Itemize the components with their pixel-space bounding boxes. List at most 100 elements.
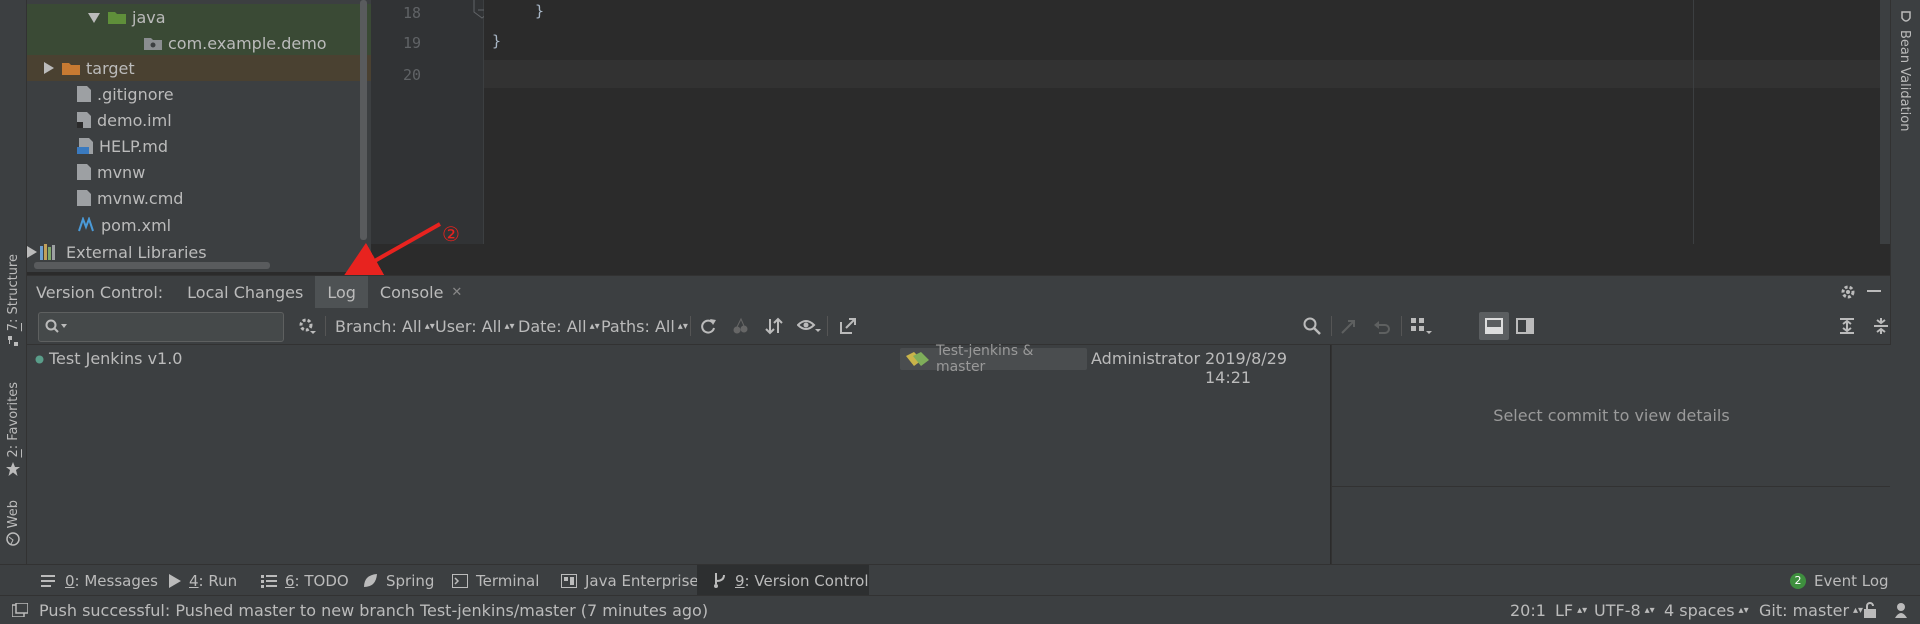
line-number: 18 <box>402 4 421 22</box>
refresh-button[interactable] <box>699 308 717 344</box>
tree-item-mvnw[interactable]: mvnw <box>27 159 371 185</box>
version-control-header: Version Control: Local Changes Log Conso… <box>27 275 1890 309</box>
lock-button[interactable] <box>1864 596 1878 624</box>
settings-dropdown[interactable] <box>298 308 316 344</box>
tree-item-mvnw-cmd[interactable]: mvnw.cmd <box>27 185 371 211</box>
gear-icon <box>299 318 316 334</box>
editor-scrollbar-track[interactable] <box>1880 0 1890 244</box>
code-editor[interactable] <box>484 0 1890 244</box>
file-icon <box>77 86 91 102</box>
code-line-19: } <box>492 32 502 50</box>
tab-console-label: Console <box>379 282 444 302</box>
status-message[interactable]: Push successful: Pushed master to new br… <box>39 596 708 624</box>
group-by-button[interactable] <box>1410 308 1432 344</box>
right-margin-guide <box>1693 0 1694 244</box>
search-icon <box>45 319 67 333</box>
favorites-tool-button[interactable]: 2: Favorites <box>0 382 26 476</box>
commit-row[interactable]: Test Jenkins v1.0 Test-jenkins & master … <box>27 343 1330 387</box>
tab-java-enterprise[interactable]: Java Enterprise <box>561 565 699 596</box>
minimize-icon[interactable] <box>1867 290 1881 294</box>
vc-panel-title: Version Control: <box>36 282 164 302</box>
tree-item-java[interactable]: java <box>27 4 371 30</box>
tab-todo[interactable]: 6: TODO <box>261 565 349 596</box>
vc-log-toolbar: Branch: All ▴▾ User: All ▴▾ Date: All ▴▾ Pa… <box>27 308 1890 345</box>
external-link-icon <box>840 318 856 334</box>
java-enterprise-icon <box>561 573 577 588</box>
eye-icon <box>797 320 821 332</box>
collapse-icon <box>1874 318 1888 334</box>
commit-details-panel: Select commit to view details <box>1331 345 1891 564</box>
cherry-pick-button[interactable] <box>732 308 750 344</box>
favorites-tool-label: 2: Favorites <box>5 382 21 458</box>
right-tool-stripe: Bean Validation <box>1890 0 1920 564</box>
details-divider <box>1331 486 1890 487</box>
paths-filter[interactable]: Paths: All ▴▾ <box>601 308 688 344</box>
tab-console[interactable]: Console ✕ <box>368 276 474 308</box>
folder-icon <box>62 63 80 75</box>
tab-run[interactable]: 4: Run <box>169 565 237 596</box>
revert-button[interactable] <box>1373 308 1391 344</box>
markdown-file-icon <box>77 138 93 154</box>
tree-vertical-scrollbar[interactable] <box>360 0 367 240</box>
sort-button[interactable] <box>765 308 783 344</box>
tab-messages[interactable]: 0: Messages <box>41 565 158 596</box>
tab-terminal[interactable]: Terminal <box>452 565 539 596</box>
collapsed-arrow-icon[interactable] <box>27 59 54 78</box>
tree-item-label: mvnw <box>97 162 146 182</box>
branch-filter[interactable]: Branch: All ▴▾ <box>335 308 435 344</box>
collapse-button[interactable] <box>1340 308 1358 344</box>
gear-icon[interactable] <box>1840 284 1856 300</box>
caret-line-highlight <box>484 60 1890 88</box>
line-separator[interactable]: LF ▴▾ <box>1555 596 1587 624</box>
tab-spring[interactable]: Spring <box>362 565 434 596</box>
tree-item-target[interactable]: target <box>27 55 371 81</box>
undo-icon <box>1374 321 1390 334</box>
inspector-icon <box>1895 603 1907 618</box>
tree-item-help-md[interactable]: HELP.md <box>27 133 371 159</box>
line-number: 20 <box>402 66 421 84</box>
commit-message: Test Jenkins v1.0 <box>49 349 183 368</box>
tree-item-package[interactable]: com.example.demo <box>27 30 371 56</box>
tree-item-label: java <box>132 7 166 27</box>
tree-item-label: target <box>86 58 135 78</box>
open-external-button[interactable] <box>839 308 857 344</box>
tab-log[interactable]: Log <box>315 276 368 308</box>
expand-all-button[interactable] <box>1838 308 1856 344</box>
view-options-button[interactable] <box>797 308 821 344</box>
play-icon <box>169 573 181 588</box>
inspector-button[interactable] <box>1893 596 1909 624</box>
tree-horizontal-scrollbar[interactable] <box>34 262 270 269</box>
tree-item-label: com.example.demo <box>168 33 327 53</box>
close-icon[interactable]: ✕ <box>451 285 462 300</box>
maven-icon <box>78 217 94 232</box>
tree-item-demo-iml[interactable]: demo.iml <box>27 107 371 133</box>
tab-version-control[interactable]: 9: Version Control <box>697 565 869 596</box>
tree-item-gitignore[interactable]: .gitignore <box>27 81 371 107</box>
details-placeholder: Select commit to view details <box>1493 406 1730 425</box>
code-line-18: } <box>535 2 545 20</box>
log-search-field[interactable] <box>73 316 277 338</box>
date-filter[interactable]: Date: All ▴▾ <box>518 308 600 344</box>
log-search-input[interactable] <box>38 312 284 342</box>
tab-event-log[interactable]: 2 Event Log <box>1790 565 1889 596</box>
collapsed-arrow-icon[interactable] <box>27 243 37 262</box>
web-tool-button[interactable]: Web <box>0 500 26 547</box>
indent-setting[interactable]: 4 spaces ▴▾ <box>1664 596 1749 624</box>
git-branch[interactable]: Git: master ▴▾ <box>1759 596 1863 624</box>
preview-bottom-toggle[interactable] <box>1479 312 1509 340</box>
search-button[interactable] <box>1303 308 1321 344</box>
user-filter[interactable]: User: All ▴▾ <box>435 308 515 344</box>
structure-tool-button[interactable]: 7: Structure <box>0 254 26 347</box>
structure-tool-label: 7: Structure <box>5 254 21 332</box>
search-icon <box>1303 317 1321 335</box>
tab-local-changes[interactable]: Local Changes <box>175 276 315 308</box>
bean-validation-tool-button[interactable]: Bean Validation <box>1897 30 1912 131</box>
cherry-pick-icon <box>733 317 748 334</box>
preview-right-toggle[interactable] <box>1516 308 1534 344</box>
tree-item-pom-xml[interactable]: pom.xml <box>27 212 371 238</box>
collapse-all-button[interactable] <box>1872 308 1890 344</box>
caret-position[interactable]: 20:1 <box>1510 596 1546 624</box>
status-window-toggle[interactable] <box>12 596 28 624</box>
expanded-arrow-icon[interactable] <box>27 8 100 27</box>
file-encoding[interactable]: UTF-8 ▴▾ <box>1594 596 1655 624</box>
